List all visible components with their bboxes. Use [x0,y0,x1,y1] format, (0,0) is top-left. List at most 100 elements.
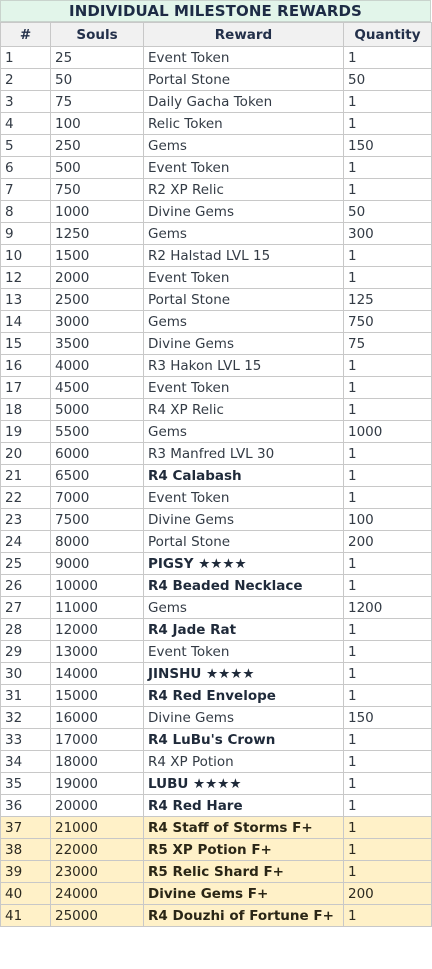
table-row: 26 10000 R4 Beaded Necklace 1 [0,574,432,597]
cell-souls: 6500 [50,464,144,487]
cell-number: 38 [0,838,51,861]
table-row: 6 500 Event Token 1 [0,156,432,179]
cell-quantity: 1 [343,486,432,509]
cell-number: 39 [0,860,51,883]
cell-quantity: 1 [343,376,432,399]
cell-quantity: 1 [343,244,432,267]
cell-quantity: 100 [343,508,432,531]
cell-reward: LUBU ★★★★ [143,772,344,795]
cell-souls: 9000 [50,552,144,575]
cell-souls: 1250 [50,222,144,245]
cell-reward: Event Token [143,486,344,509]
cell-quantity: 1 [343,772,432,795]
cell-quantity: 125 [343,288,432,311]
cell-souls: 7000 [50,486,144,509]
cell-quantity: 1200 [343,596,432,619]
table-row: 30 14000 JINSHU ★★★★ 1 [0,662,432,685]
table-row: 1 25 Event Token 1 [0,46,432,69]
cell-souls: 4500 [50,376,144,399]
cell-number: 19 [0,420,51,443]
cell-number: 28 [0,618,51,641]
cell-reward: Portal Stone [143,68,344,91]
table-row: 32 16000 Divine Gems 150 [0,706,432,729]
cell-reward: Relic Token [143,112,344,135]
cell-quantity: 1 [343,464,432,487]
cell-number: 31 [0,684,51,707]
table-row: 20 6000 R3 Manfred LVL 30 1 [0,442,432,465]
rewards-table: # Souls Reward Quantity 1 25 Event Token 1 2… [0,22,432,927]
cell-number: 34 [0,750,51,773]
cell-souls: 1500 [50,244,144,267]
cell-souls: 13000 [50,640,144,663]
table-row: 4 100 Relic Token 1 [0,112,432,135]
cell-quantity: 1 [343,178,432,201]
table-row: 36 20000 R4 Red Hare 1 [0,794,432,817]
cell-quantity: 50 [343,68,432,91]
cell-number: 2 [0,68,51,91]
cell-number: 27 [0,596,51,619]
cell-number: 13 [0,288,51,311]
cell-quantity: 1 [343,838,432,861]
cell-number: 36 [0,794,51,817]
table-row: 10 1500 R2 Halstad LVL 15 1 [0,244,432,267]
cell-reward: JINSHU ★★★★ [143,662,344,685]
cell-souls: 16000 [50,706,144,729]
cell-reward: R4 Red Hare [143,794,344,817]
cell-number: 14 [0,310,51,333]
table-row: 41 25000 R4 Douzhi of Fortune F+ 1 [0,904,432,927]
table-row: 21 6500 R4 Calabash 1 [0,464,432,487]
cell-quantity: 1 [343,398,432,421]
cell-reward: Portal Stone [143,530,344,553]
cell-number: 6 [0,156,51,179]
cell-number: 4 [0,112,51,135]
table-row: 39 23000 R5 Relic Shard F+ 1 [0,860,432,883]
cell-quantity: 1 [343,90,432,113]
cell-souls: 6000 [50,442,144,465]
cell-reward: R4 XP Relic [143,398,344,421]
table-row: 13 2500 Portal Stone 125 [0,288,432,311]
cell-reward: Divine Gems F+ [143,882,344,905]
cell-number: 29 [0,640,51,663]
table-row: 17 4500 Event Token 1 [0,376,432,399]
cell-reward: R5 XP Potion F+ [143,838,344,861]
cell-number: 22 [0,486,51,509]
header-reward: Reward [143,22,344,47]
cell-reward: Divine Gems [143,200,344,223]
cell-number: 40 [0,882,51,905]
table-row: 3 75 Daily Gacha Token 1 [0,90,432,113]
cell-number: 37 [0,816,51,839]
cell-number: 1 [0,46,51,69]
cell-number: 3 [0,90,51,113]
table-row: 19 5500 Gems 1000 [0,420,432,443]
table-row: 38 22000 R5 XP Potion F+ 1 [0,838,432,861]
table-row: 24 8000 Portal Stone 200 [0,530,432,553]
cell-quantity: 1000 [343,420,432,443]
table-row: 16 4000 R3 Hakon LVL 15 1 [0,354,432,377]
cell-souls: 100 [50,112,144,135]
cell-reward: R4 XP Potion [143,750,344,773]
cell-number: 18 [0,398,51,421]
header-row: # Souls Reward Quantity [0,22,432,47]
cell-souls: 20000 [50,794,144,817]
table-row: 2 50 Portal Stone 50 [0,68,432,91]
table-row: 23 7500 Divine Gems 100 [0,508,432,531]
cell-souls: 12000 [50,618,144,641]
cell-reward: Event Token [143,640,344,663]
cell-number: 24 [0,530,51,553]
cell-souls: 11000 [50,596,144,619]
cell-souls: 5500 [50,420,144,443]
cell-reward: Event Token [143,266,344,289]
cell-number: 26 [0,574,51,597]
cell-number: 9 [0,222,51,245]
table-row: 15 3500 Divine Gems 75 [0,332,432,355]
cell-quantity: 1 [343,662,432,685]
cell-reward: Gems [143,310,344,333]
cell-quantity: 1 [343,354,432,377]
cell-quantity: 1 [343,860,432,883]
cell-quantity: 50 [343,200,432,223]
cell-reward: Divine Gems [143,508,344,531]
cell-souls: 15000 [50,684,144,707]
cell-quantity: 150 [343,706,432,729]
table-row: 5 250 Gems 150 [0,134,432,157]
cell-souls: 3000 [50,310,144,333]
